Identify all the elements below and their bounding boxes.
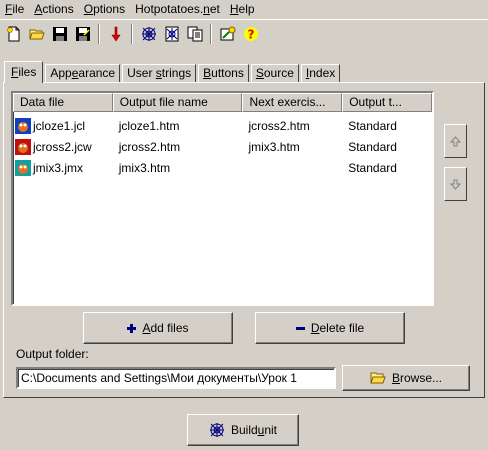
list-header: Data file Output file name Next exercis.… bbox=[13, 93, 432, 112]
tab-buttons[interactable]: Buttons bbox=[198, 64, 249, 83]
output-file-cell: jcloze1.htm bbox=[118, 118, 180, 133]
web-export-icon bbox=[209, 422, 225, 438]
output-type-cell: Standard bbox=[348, 160, 397, 175]
plus-icon bbox=[127, 323, 137, 333]
open-button[interactable] bbox=[25, 22, 48, 45]
menu-options[interactable]: Options bbox=[79, 0, 130, 18]
settings-button[interactable] bbox=[216, 22, 239, 45]
menu-bar: File Actions Options Hotpotatoes.net Hel… bbox=[0, 0, 488, 18]
jcross-icon bbox=[15, 138, 31, 155]
column-header-output-file[interactable]: Output file name bbox=[112, 93, 243, 112]
web-export-icon bbox=[141, 26, 156, 41]
table-row[interactable]: jcloze1.jcl jcloze1.htm jcross2.htm Stan… bbox=[13, 115, 432, 136]
jmix-icon bbox=[15, 159, 31, 176]
data-file-cell: jcross2.jcw bbox=[13, 138, 113, 155]
file-list[interactable]: Data file Output file name Next exercis.… bbox=[11, 91, 434, 306]
browse-button[interactable]: Browse... bbox=[342, 365, 470, 391]
data-file-cell: jcloze1.jcl bbox=[13, 117, 113, 134]
save-button[interactable] bbox=[48, 22, 71, 45]
output-file-cell: jmix3.htm bbox=[118, 160, 171, 175]
minus-icon bbox=[295, 324, 305, 333]
column-header-next-exercise[interactable]: Next exercis... bbox=[242, 93, 343, 112]
web-export-button[interactable] bbox=[137, 22, 160, 45]
build-unit-label-pre: Build bbox=[230, 423, 258, 437]
tab-user-strings[interactable]: User strings bbox=[122, 64, 197, 83]
down-arrow-icon bbox=[450, 179, 461, 190]
toolbar: ? bbox=[0, 19, 488, 47]
build-unit-label: nit bbox=[264, 423, 278, 437]
data-file-name: jmix3.jmx bbox=[33, 160, 83, 175]
table-row[interactable]: jcross2.jcw jcross2.htm jmix3.htm Standa… bbox=[13, 136, 432, 157]
move-up-button[interactable] bbox=[444, 124, 467, 158]
table-row[interactable]: jmix3.jmx jmix3.htm Standard bbox=[13, 157, 432, 178]
output-folder-label: Output folder: bbox=[16, 347, 89, 361]
build-unit-label-key: u bbox=[257, 423, 265, 437]
output-type-cell: Standard bbox=[348, 139, 397, 154]
tab-appearance[interactable]: Appearance bbox=[45, 64, 121, 83]
settings-icon bbox=[220, 26, 235, 40]
output-folder-field[interactable]: C:\Documents and Settings\Мои документы\… bbox=[16, 367, 336, 389]
build-unit-button[interactable]: Build u nit bbox=[187, 414, 299, 446]
delete-file-label: elete file bbox=[319, 321, 365, 335]
add-files-label: dd files bbox=[150, 321, 189, 335]
menu-file[interactable]: File bbox=[0, 0, 29, 18]
next-exercise-cell: jmix3.htm bbox=[248, 139, 300, 154]
data-file-cell: jmix3.jmx bbox=[13, 159, 113, 176]
tab-files[interactable]: Files bbox=[4, 61, 44, 83]
down-arrow-icon bbox=[110, 26, 121, 42]
jcloze-icon bbox=[15, 117, 31, 134]
next-exercise-cell: jcross2.htm bbox=[248, 118, 310, 133]
new-file-button[interactable] bbox=[2, 22, 25, 45]
delete-file-button[interactable]: Delete file bbox=[255, 312, 405, 344]
tab-source[interactable]: Source bbox=[250, 64, 299, 83]
menu-actions[interactable]: Actions bbox=[29, 0, 78, 18]
browse-label: rowse... bbox=[400, 371, 443, 385]
toolbar-separator bbox=[98, 23, 100, 44]
new-file-icon bbox=[6, 26, 19, 41]
toolbar-separator bbox=[210, 23, 212, 44]
menu-help[interactable]: Help bbox=[225, 0, 260, 18]
data-file-name: jcross2.jcw bbox=[33, 139, 92, 154]
menu-hotpotatoes-net[interactable]: Hotpotatoes.net bbox=[130, 0, 225, 18]
move-down-list-button[interactable] bbox=[444, 167, 467, 201]
add-files-button[interactable]: Add files bbox=[83, 312, 233, 344]
copy-pages-icon bbox=[187, 26, 202, 41]
add-files-label-key: A bbox=[142, 321, 151, 335]
save-as-icon bbox=[75, 26, 90, 41]
build-page-button[interactable] bbox=[160, 22, 183, 45]
column-header-data-file[interactable]: Data file bbox=[13, 93, 113, 112]
help-icon: ? bbox=[243, 26, 258, 41]
toolbar-separator bbox=[131, 23, 133, 44]
delete-file-label-key: D bbox=[310, 321, 320, 335]
tab-index[interactable]: Index bbox=[300, 64, 341, 83]
save-as-button[interactable] bbox=[71, 22, 94, 45]
move-down-button[interactable] bbox=[104, 22, 127, 45]
output-file-cell: jcross2.htm bbox=[118, 139, 181, 154]
output-type-cell: Standard bbox=[348, 118, 397, 133]
copy-pages-button[interactable] bbox=[183, 22, 206, 45]
svg-text:?: ? bbox=[247, 27, 254, 41]
column-header-output-type[interactable]: Output t... bbox=[342, 93, 432, 112]
up-arrow-icon bbox=[450, 135, 461, 146]
build-page-icon bbox=[165, 26, 178, 41]
help-button[interactable]: ? bbox=[239, 22, 262, 45]
data-file-name: jcloze1.jcl bbox=[33, 118, 86, 133]
save-icon bbox=[52, 26, 67, 41]
open-folder-icon bbox=[370, 371, 386, 385]
tab-strip: Files Appearance User strings Buttons So… bbox=[4, 61, 342, 83]
open-folder-icon bbox=[28, 29, 45, 39]
browse-label-key: B bbox=[391, 371, 400, 385]
